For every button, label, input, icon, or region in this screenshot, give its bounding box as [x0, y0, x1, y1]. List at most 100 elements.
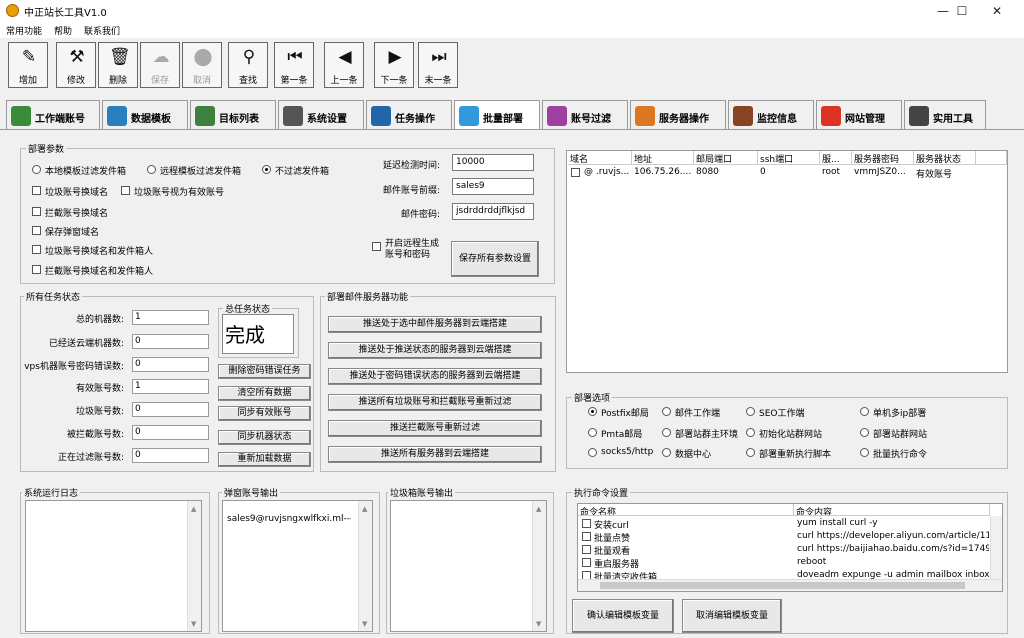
server-table[interactable] — [566, 150, 1008, 373]
check-save-popup-domain[interactable] — [32, 226, 41, 235]
password-input[interactable]: jsdrddrddjflkjsd — [452, 203, 534, 220]
menu-help[interactable]: 帮助 — [54, 24, 72, 37]
mail-deploy-button-3[interactable]: 推送所有垃圾账号和拦截账号重新过滤 — [328, 394, 542, 411]
server-header-4[interactable]: 服... — [820, 151, 852, 165]
server-header-3[interactable]: ssh端口 — [758, 151, 820, 165]
check-block-change-domain[interactable] — [32, 207, 41, 216]
save-all-params-button[interactable]: 保存所有参数设置 — [451, 241, 539, 277]
scroll-down-icon[interactable]: ▼ — [536, 620, 541, 628]
mail-deploy-button-0[interactable]: 推送处于选中邮件服务器到云端搭建 — [328, 316, 542, 333]
scroll-up-icon[interactable]: ▲ — [191, 505, 196, 513]
deploy-option-radio-4[interactable] — [588, 428, 597, 437]
tab-10[interactable]: 实用工具 — [904, 100, 986, 130]
server-header-2[interactable]: 邮局端口 — [694, 151, 758, 165]
scroll-down-icon[interactable]: ▼ — [191, 620, 196, 628]
task-button-3[interactable]: 同步机器状态 — [218, 430, 311, 445]
close-button[interactable]: ✕ — [980, 2, 1014, 20]
toolbar-button-3[interactable]: ☁ 保存 — [140, 42, 180, 88]
exec-row-checkbox[interactable] — [582, 545, 591, 554]
server-header-5[interactable]: 服务器密码 — [852, 151, 914, 165]
mail-deploy-button-5[interactable]: 推送所有服务器到云端搭建 — [328, 446, 542, 463]
menu-contact[interactable]: 联系我们 — [84, 24, 120, 37]
server-header-1[interactable]: 地址 — [632, 151, 694, 165]
deploy-option-radio-11[interactable] — [860, 448, 869, 457]
toolbar-button-0[interactable]: ✎ 增加 — [8, 42, 48, 88]
tab-icon — [821, 106, 841, 126]
mail-deploy-button-1[interactable]: 推送处于推送状态的服务器到云端搭建 — [328, 342, 542, 359]
check-trash-as-valid[interactable] — [121, 186, 130, 195]
scroll-up-icon[interactable]: ▲ — [536, 505, 541, 513]
server-header-0[interactable]: 域名 — [568, 151, 632, 165]
tab-6[interactable]: 账号过滤 — [542, 100, 628, 130]
scroll-up-icon[interactable]: ▲ — [362, 505, 367, 513]
scroll-down-icon[interactable]: ▼ — [362, 620, 367, 628]
deploy-option-radio-8[interactable] — [588, 448, 597, 457]
system-log-textarea[interactable] — [25, 500, 202, 632]
trash-account-scrollbar[interactable] — [532, 501, 546, 631]
exec-scroll-thumb[interactable] — [600, 582, 965, 589]
exec-header-content[interactable]: 命令内容 — [794, 504, 990, 516]
radio-local-template[interactable] — [32, 165, 41, 174]
mail-deploy-button-4[interactable]: 推送拦截账号重新过滤 — [328, 420, 542, 437]
tab-7[interactable]: 服务器操作 — [630, 100, 726, 130]
server-header-6[interactable]: 服务器状态 — [914, 151, 976, 165]
tab-9[interactable]: 网站管理 — [816, 100, 902, 130]
check-trash-change-domain[interactable] — [32, 186, 41, 195]
toolbar-button-1[interactable]: ⚒ 修改 — [56, 42, 96, 88]
popup-account-scrollbar[interactable] — [358, 501, 372, 631]
toolbar-label: 下一条 — [380, 76, 408, 86]
tab-label: 批量部署 — [483, 114, 523, 125]
deploy-option-radio-7[interactable] — [860, 428, 869, 437]
deploy-option-radio-3[interactable] — [860, 407, 869, 416]
deploy-option-radio-10[interactable] — [746, 448, 755, 457]
task-button-2[interactable]: 同步有效账号 — [218, 406, 311, 421]
deploy-option-radio-9[interactable] — [662, 448, 671, 457]
toolbar-button-8[interactable]: ▶ 下一条 — [374, 42, 414, 88]
tab-8[interactable]: 监控信息 — [728, 100, 814, 130]
radio-no-filter[interactable] — [262, 165, 271, 174]
task-button-4[interactable]: 重新加载数据 — [218, 452, 311, 467]
tab-0[interactable]: 工作端账号 — [6, 100, 100, 130]
tab-1[interactable]: 数据模板 — [102, 100, 188, 130]
deploy-option-radio-0[interactable] — [588, 407, 597, 416]
exec-header-name[interactable]: 命令名称 — [578, 504, 794, 516]
mail-deploy-button-2[interactable]: 推送处于密码错误状态的服务器到云端搭建 — [328, 368, 542, 385]
deploy-option-radio-6[interactable] — [746, 428, 755, 437]
toolbar-button-2[interactable]: 🗑 删除 — [98, 42, 138, 88]
exec-row-checkbox[interactable] — [582, 519, 591, 528]
menu-common[interactable]: 常用功能 — [6, 24, 42, 37]
tab-2[interactable]: 目标列表 — [190, 100, 276, 130]
check-trash-domain-sender[interactable] — [32, 245, 41, 254]
deploy-option-label: Postfix邮局 — [601, 409, 649, 419]
task-button-1[interactable]: 清空所有数据 — [218, 386, 311, 401]
deploy-option-radio-2[interactable] — [746, 407, 755, 416]
task-button-0[interactable]: 删除密码错误任务 — [218, 364, 311, 379]
tab-4[interactable]: 任务操作 — [366, 100, 452, 130]
toolbar-button-4[interactable]: ⬤ 取消 — [182, 42, 222, 88]
toolbar-button-7[interactable]: ◀ 上一条 — [324, 42, 364, 88]
delay-input[interactable]: 10000 — [452, 154, 534, 171]
deploy-option-radio-1[interactable] — [662, 407, 671, 416]
check-remote-generate[interactable] — [372, 242, 381, 251]
radio-remote-template[interactable] — [147, 165, 156, 174]
check-block-domain-sender[interactable] — [32, 265, 41, 274]
maximize-button[interactable]: ☐ — [945, 2, 979, 20]
trash-account-textarea[interactable] — [390, 500, 547, 632]
deploy-option-radio-5[interactable] — [662, 428, 671, 437]
trash-icon: 🗑 — [109, 47, 131, 67]
exec-row-checkbox[interactable] — [582, 532, 591, 541]
system-log-scrollbar[interactable] — [187, 501, 201, 631]
exec-vertical-scrollbar[interactable] — [990, 516, 1002, 579]
toolbar-button-6[interactable]: ⏮ 第一条 — [274, 42, 314, 88]
server-row-checkbox[interactable] — [571, 168, 580, 177]
cancel-edit-template-button[interactable]: 取消编辑模板变量 — [682, 599, 782, 633]
tab-5[interactable]: 批量部署 — [454, 100, 540, 130]
tab-icon — [635, 106, 655, 126]
exec-row-checkbox[interactable] — [582, 558, 591, 567]
tab-3[interactable]: 系统设置 — [278, 100, 364, 130]
edit-icon: ✎ — [21, 47, 37, 67]
prefix-input[interactable]: sales9 — [452, 178, 534, 195]
toolbar-button-9[interactable]: ⏭ 末一条 — [418, 42, 458, 88]
toolbar-button-5[interactable]: ⚲ 查找 — [228, 42, 268, 88]
confirm-edit-template-button[interactable]: 确认编辑模板变量 — [572, 599, 674, 633]
